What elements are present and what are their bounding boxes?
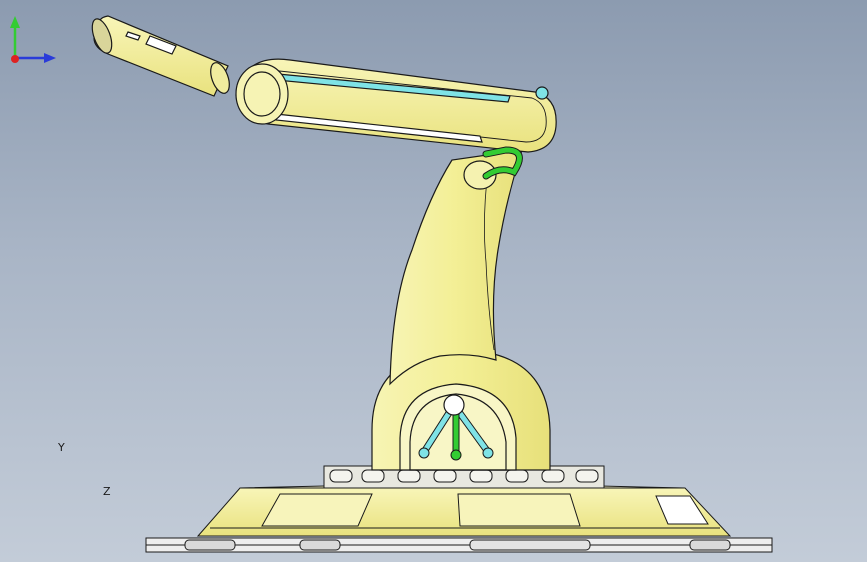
upper-arm: [235, 58, 557, 153]
wrist-end-effector: [91, 15, 230, 97]
lower-arm: [389, 149, 523, 386]
base-platform: [196, 485, 732, 537]
y-axis-label: Y: [58, 441, 65, 454]
cad-viewport[interactable]: Y Z: [0, 0, 867, 562]
robot-arm-model: [91, 15, 773, 553]
z-axis-label: Z: [103, 485, 111, 498]
ground-plate: [145, 537, 773, 553]
coordinate-triad: [10, 16, 56, 63]
